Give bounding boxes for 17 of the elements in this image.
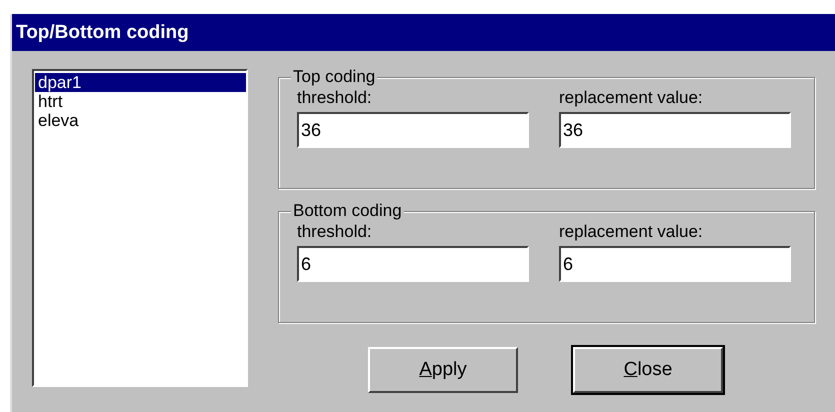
group-title: Top coding	[291, 67, 378, 87]
input-field[interactable]: 36	[297, 112, 529, 148]
input-field[interactable]: 6	[559, 246, 791, 282]
list-item[interactable]: htrt	[35, 92, 246, 111]
list-item[interactable]: eleva	[35, 111, 246, 130]
variable-list[interactable]: dpar1 htrt eleva	[32, 69, 248, 387]
field-label: replacement value:	[559, 88, 704, 108]
input-field[interactable]: 36	[559, 112, 791, 148]
dialog-button[interactable]: Apply	[368, 347, 518, 393]
dialog-button[interactable]: Close	[573, 347, 723, 393]
field-label: threshold:	[297, 88, 373, 108]
group-title: Bottom coding	[291, 201, 404, 221]
field-label: replacement value:	[559, 222, 704, 242]
input-field[interactable]: 6	[297, 246, 529, 282]
window-title: Top/Bottom coding	[16, 22, 189, 44]
list-item[interactable]: dpar1	[35, 73, 246, 92]
field-label: threshold:	[297, 222, 373, 242]
